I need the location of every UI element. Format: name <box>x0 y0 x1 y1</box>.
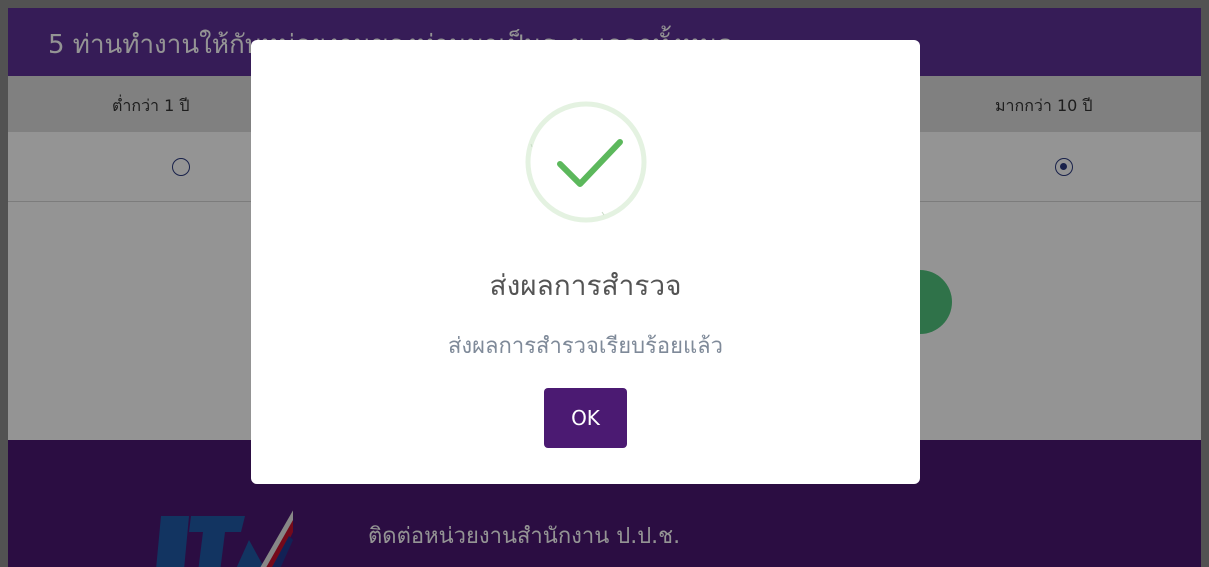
ok-button[interactable]: OK <box>544 388 627 448</box>
dialog-title: ส่งผลการสำรวจ <box>489 269 682 302</box>
success-check-icon <box>525 101 647 223</box>
dialog-message: ส่งผลการสำรวจเรียบร้อยแล้ว <box>448 334 723 359</box>
success-dialog: ส่งผลการสำรวจ ส่งผลการสำรวจเรียบร้อยแล้ว… <box>251 40 920 484</box>
